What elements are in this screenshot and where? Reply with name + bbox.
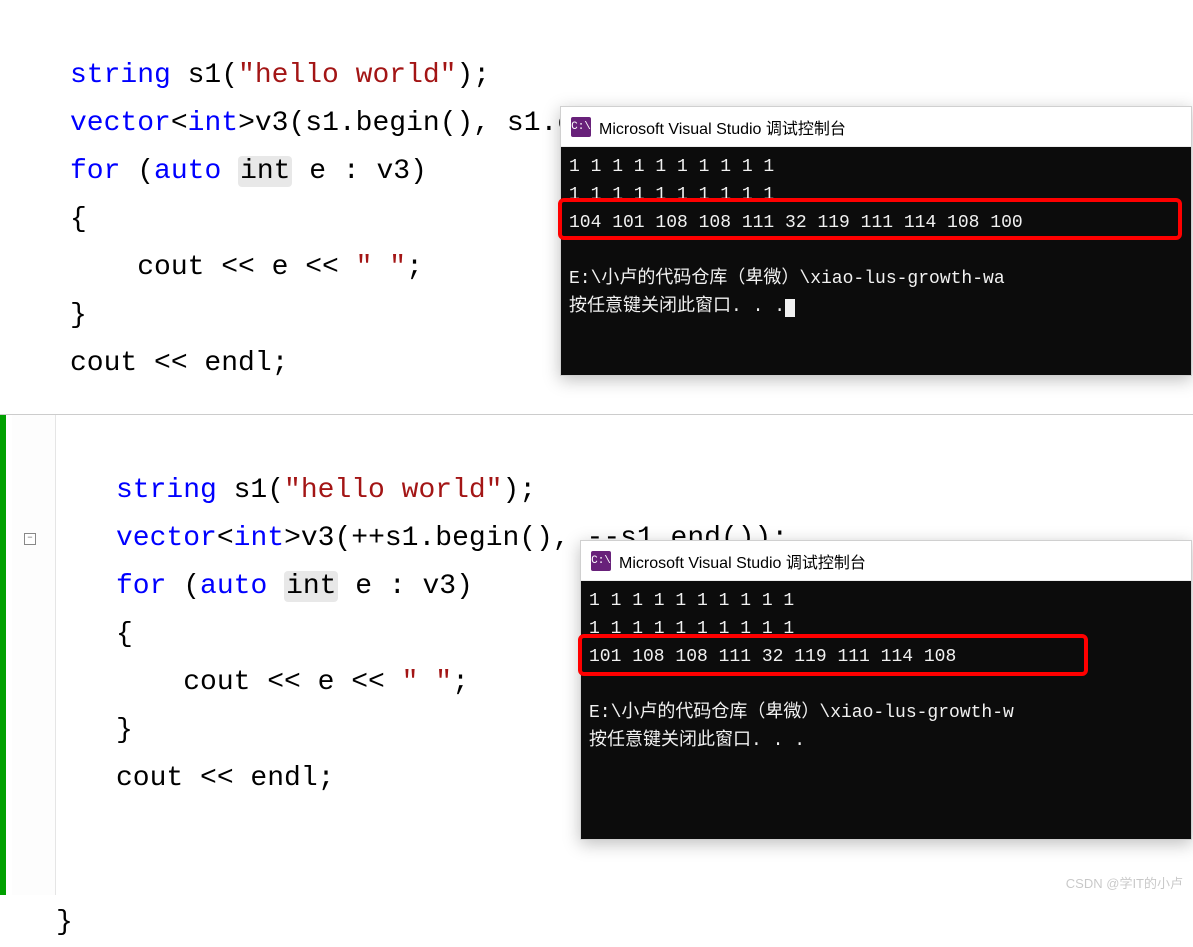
out-line-highlight: 104 101 108 108 111 32 119 111 114 108 1… xyxy=(569,213,1023,233)
console-window-bot[interactable]: C:\ Microsoft Visual Studio 调试控制台 1 1 1 … xyxy=(580,540,1192,840)
console-output-bot[interactable]: 1 1 1 1 1 1 1 1 1 1 1 1 1 1 1 1 1 1 1 1 … xyxy=(581,581,1191,839)
token-keyword: for xyxy=(70,156,120,187)
token-keyword: auto xyxy=(200,571,267,602)
token xyxy=(221,156,238,187)
token: ); xyxy=(502,475,536,506)
token: e : v3) xyxy=(338,571,472,602)
inline-hint: int xyxy=(238,156,292,187)
out-line: 1 1 1 1 1 1 1 1 1 1 xyxy=(569,185,774,205)
console-window-top[interactable]: C:\ Microsoft Visual Studio 调试控制台 1 1 1 … xyxy=(560,106,1192,376)
token: < xyxy=(217,523,234,554)
out-line: 按任意键关闭此窗口. . . xyxy=(589,731,805,751)
console-title: Microsoft Visual Studio 调试控制台 xyxy=(619,549,866,573)
out-line: 按任意键关闭此窗口. . . xyxy=(569,297,785,317)
token: s1( xyxy=(171,60,238,91)
token: ( xyxy=(166,571,200,602)
token-keyword: string xyxy=(116,475,217,506)
token: } xyxy=(116,715,133,746)
token-keyword: int xyxy=(234,523,284,554)
token: ( xyxy=(120,156,154,187)
out-line-highlight: 101 108 108 111 32 119 111 114 108 xyxy=(589,647,956,667)
console-titlebar[interactable]: C:\ Microsoft Visual Studio 调试控制台 xyxy=(581,541,1191,581)
token: ; xyxy=(452,667,469,698)
console-titlebar[interactable]: C:\ Microsoft Visual Studio 调试控制台 xyxy=(561,107,1191,147)
token-keyword: string xyxy=(70,60,171,91)
token-keyword: auto xyxy=(154,156,221,187)
token-keyword: vector xyxy=(70,108,171,139)
token: { xyxy=(116,619,133,650)
token-string: " " xyxy=(356,252,406,283)
vs-console-icon: C:\ xyxy=(571,117,591,137)
watermark: CSDN @学IT的小卢 xyxy=(1066,873,1183,892)
token: < xyxy=(171,108,188,139)
token: { xyxy=(70,204,87,235)
token-keyword: for xyxy=(116,571,166,602)
token: ; xyxy=(406,252,423,283)
token: cout << e << xyxy=(70,252,356,283)
console-output-top[interactable]: 1 1 1 1 1 1 1 1 1 1 1 1 1 1 1 1 1 1 1 1 … xyxy=(561,147,1191,375)
token-string: "hello world" xyxy=(284,475,502,506)
token: cout << endl; xyxy=(70,348,288,379)
out-line: 1 1 1 1 1 1 1 1 1 1 xyxy=(589,591,794,611)
cursor-icon xyxy=(785,299,795,317)
out-line: E:\小卢的代码仓库（卑微）\xiao-lus-growth-wa xyxy=(569,269,1005,289)
out-line: E:\小卢的代码仓库（卑微）\xiao-lus-growth-w xyxy=(589,703,1014,723)
token xyxy=(267,571,284,602)
token: } xyxy=(70,300,87,331)
token: cout << e << xyxy=(116,667,402,698)
token-string: " " xyxy=(402,667,452,698)
out-line: 1 1 1 1 1 1 1 1 1 1 xyxy=(569,157,774,177)
token-keyword: int xyxy=(188,108,238,139)
token: s1( xyxy=(217,475,284,506)
out-line: 1 1 1 1 1 1 1 1 1 1 xyxy=(589,619,794,639)
inline-hint: int xyxy=(284,571,338,602)
token: ); xyxy=(456,60,490,91)
token: cout << endl; xyxy=(116,763,334,794)
vs-console-icon: C:\ xyxy=(591,551,611,571)
token: e : v3) xyxy=(292,156,426,187)
closing-brace: } xyxy=(56,907,73,938)
console-title: Microsoft Visual Studio 调试控制台 xyxy=(599,115,846,139)
token-string: "hello world" xyxy=(238,60,456,91)
token-keyword: vector xyxy=(116,523,217,554)
